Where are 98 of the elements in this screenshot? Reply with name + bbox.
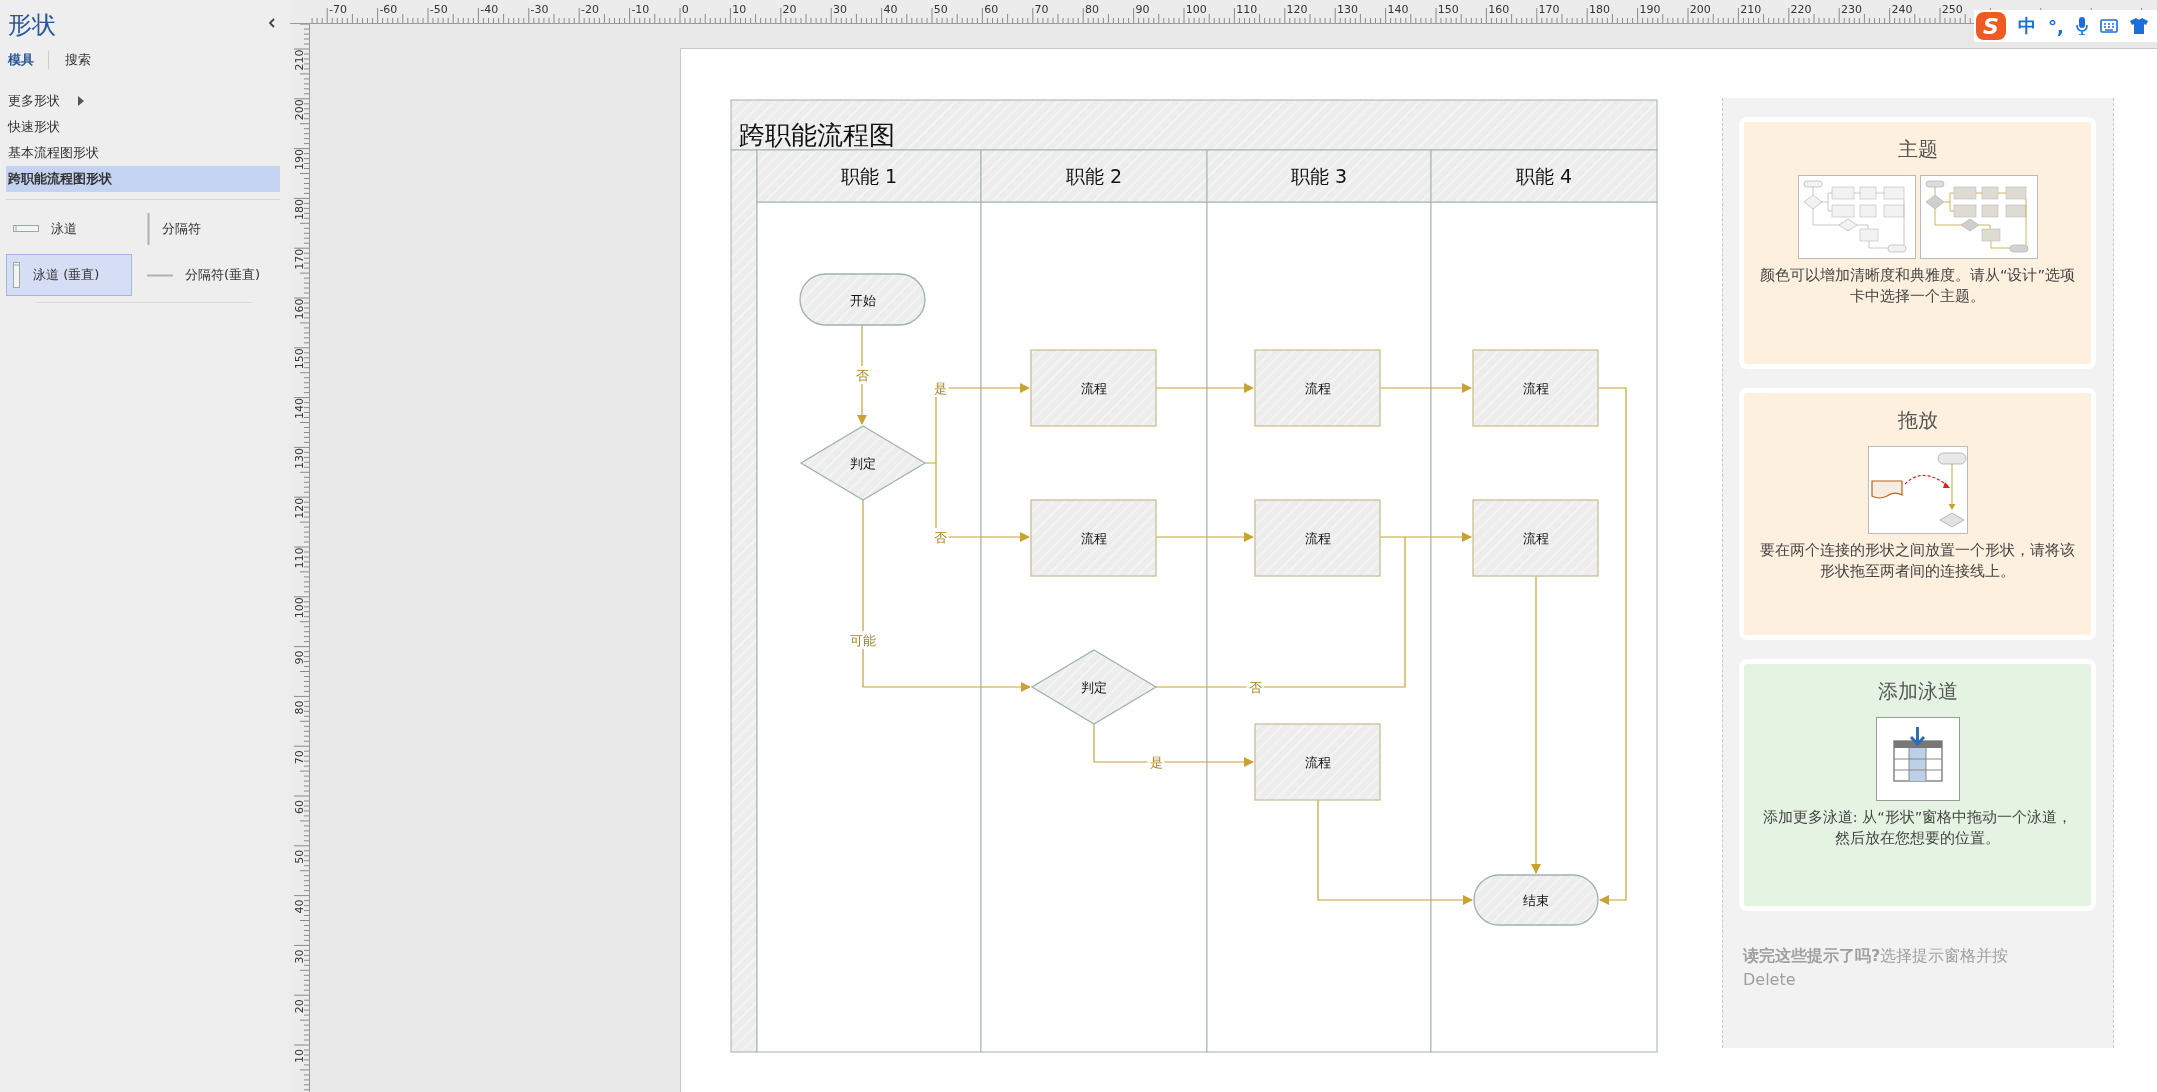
lane-header: 职能 1 (756, 149, 982, 203)
horizontal-separator-icon (147, 273, 173, 277)
ruler-label: 20 (782, 3, 797, 16)
terminator-shape: 开始 (799, 273, 926, 326)
ruler-label: 170 (1538, 3, 1560, 16)
decision-diamond: 判定 (1030, 649, 1158, 725)
stencil-item[interactable]: 基本流程图形状 (6, 140, 280, 166)
ruler-label: 10 (293, 1049, 306, 1063)
submenu-arrow-icon (78, 96, 84, 106)
connector-label: 可能 (848, 631, 878, 649)
ruler-label: 220 (1790, 3, 1812, 16)
ruler-label: -70 (329, 3, 347, 16)
ruler-label: 40 (293, 899, 306, 914)
process-box: 流程 (1030, 349, 1157, 427)
tips-footer-text: 读完这些提示了吗?选择提示窗格并按 Delete (1743, 945, 2010, 991)
tip-text: 颜色可以增加清晰度和典雅度。请从“设计”选项卡中选择一个主题。 (1759, 266, 2076, 306)
decision-diamond: 判定 (799, 425, 927, 501)
ruler-label: -10 (631, 3, 650, 16)
ruler-label: 200 (293, 99, 306, 121)
ruler-label: 130 (293, 447, 306, 469)
ruler-label: 100 (1185, 3, 1207, 16)
lane-header: 职能 2 (980, 149, 1208, 203)
panel-tab[interactable]: 模具 (6, 51, 48, 69)
ruler-label: 50 (933, 3, 948, 16)
tip-text: 要在两个连接的形状之间放置一个形状，请将该形状拖至两者间的连接线上。 (1759, 541, 2076, 581)
ruler-label: 80 (1085, 3, 1099, 16)
ruler-label: 200 (1689, 3, 1711, 16)
process-box: 流程 (1030, 499, 1157, 577)
ruler-label: 140 (1387, 3, 1409, 16)
stencil-item[interactable]: 快速形状 (6, 114, 280, 140)
vertical-swimlane-icon (13, 262, 21, 288)
diagram-title-bar: 跨职能流程图 (730, 99, 1658, 151)
ruler-label: 160 (1488, 3, 1510, 16)
swimlane-icon (13, 225, 39, 233)
ruler-label: 70 (1034, 3, 1049, 16)
ruler-label: 210 (293, 49, 306, 71)
ruler-label: 0 (681, 3, 689, 16)
ime-mode-button[interactable]: 中 (2018, 14, 2036, 38)
stencil-item[interactable]: 更多形状 (6, 88, 280, 114)
lane-header: 职能 4 (1430, 149, 1658, 203)
panel-title: 形状 (8, 10, 56, 41)
panel-tab[interactable]: 搜索 (63, 51, 105, 69)
ruler-label: 190 (1639, 3, 1661, 16)
ruler-label: 90 (1135, 3, 1150, 16)
ruler-label: -30 (530, 3, 549, 16)
ruler-label: 140 (293, 398, 306, 420)
ruler-label: 230 (1841, 3, 1862, 16)
ruler-label: 250 (1941, 3, 1963, 16)
ruler-label: 110 (1236, 3, 1258, 16)
terminator-shape: 结束 (1473, 874, 1599, 926)
ruler-label: 10 (732, 3, 747, 16)
ruler-label: 60 (984, 3, 999, 16)
tip-text: 添加更多泳道: 从“形状”窗格中拖动一个泳道，然后放在您想要的位置。 (1761, 808, 2074, 848)
ruler-label: -50 (429, 3, 448, 16)
add-lane-icon (1875, 717, 1960, 801)
process-box: 流程 (1254, 499, 1381, 577)
separator-icon (147, 213, 150, 245)
tip-title: 主题 (1897, 136, 1938, 163)
ruler-label: 30 (833, 3, 847, 16)
process-box: 流程 (1254, 723, 1381, 801)
ruler-label: 130 (1337, 3, 1358, 16)
ruler-label: 240 (1891, 3, 1913, 16)
process-box: 流程 (1472, 349, 1599, 427)
ruler-label: 50 (293, 849, 306, 864)
stencil-shape[interactable]: 泳道 (垂直) (6, 254, 132, 296)
shirt-icon[interactable] (2129, 18, 2148, 34)
microphone-icon[interactable] (2075, 17, 2088, 35)
ruler-label: 210 (1740, 3, 1762, 16)
ruler-label: 150 (1437, 3, 1459, 16)
ruler-label: -40 (480, 3, 499, 16)
ruler-label: 150 (293, 348, 306, 370)
ruler-label: 180 (1589, 3, 1610, 16)
keyboard-icon[interactable] (2099, 19, 2118, 33)
stencil-item[interactable]: 跨职能流程图形状 (6, 166, 280, 192)
ruler-label: 80 (293, 700, 306, 715)
ruler-label: 40 (883, 3, 898, 16)
ruler-label: 160 (293, 298, 306, 320)
ruler-label: 100 (293, 597, 306, 619)
ruler-label: 60 (293, 800, 306, 814)
ruler-label: -20 (581, 3, 599, 16)
ruler-label: 120 (1286, 3, 1308, 16)
tip-title: 添加泳道 (1877, 678, 1958, 705)
process-box: 流程 (1472, 499, 1599, 577)
process-box: 流程 (1254, 349, 1381, 427)
ruler-label: 170 (293, 248, 306, 270)
punctuation-button[interactable]: °, (2048, 15, 2064, 37)
ruler-label: 90 (293, 650, 306, 665)
ruler-label: 180 (293, 198, 306, 220)
collapse-icon[interactable] (268, 18, 276, 28)
ruler-label: 20 (293, 999, 306, 1014)
tip-title: 拖放 (1897, 407, 1938, 434)
lane-header: 职能 3 (1206, 149, 1432, 203)
ruler-label: 190 (293, 149, 306, 171)
ruler-label: -60 (379, 3, 398, 16)
ruler-label: 120 (293, 497, 306, 519)
ruler-label: 70 (293, 750, 306, 765)
ruler-label: 110 (293, 547, 306, 569)
ruler-label: 30 (293, 949, 306, 964)
